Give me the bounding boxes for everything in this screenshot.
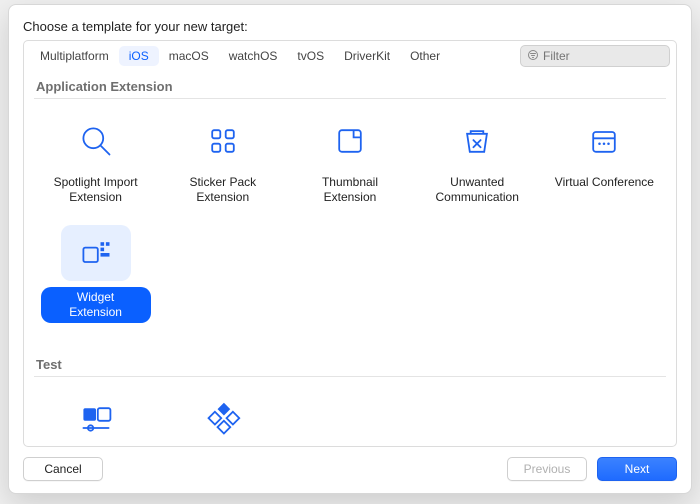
platform-tabbar: Multiplatform iOS macOS watchOS tvOS Dri… (23, 40, 677, 71)
tab-tvos[interactable]: tvOS (287, 46, 334, 66)
template-ui-testing-bundle[interactable]: UI Testing Bundle (34, 385, 157, 447)
tab-ios[interactable]: iOS (119, 46, 159, 66)
tab-macos[interactable]: macOS (159, 46, 219, 66)
template-thumbnail-extension[interactable]: Thumbnail Extension (288, 107, 411, 211)
cancel-button[interactable]: Cancel (23, 457, 103, 481)
template-sticker-pack[interactable]: Sticker Pack Extension (161, 107, 284, 211)
thumbnail-icon (315, 113, 385, 169)
tab-multiplatform[interactable]: Multiplatform (30, 46, 119, 66)
tab-other[interactable]: Other (400, 46, 450, 66)
filter-field-wrap[interactable] (520, 45, 670, 67)
uitest-icon (61, 391, 131, 447)
template-label: Sticker Pack Extension (168, 175, 278, 205)
template-label: Widget Extension (41, 287, 151, 323)
trash-x-icon (442, 113, 512, 169)
calendar-icon (569, 113, 639, 169)
template-spotlight-import[interactable]: Spotlight Import Extension (34, 107, 157, 211)
template-chooser-sheet: Choose a template for your new target: M… (8, 4, 692, 494)
magnifier-icon (61, 113, 131, 169)
template-label: Virtual Conference (555, 175, 654, 190)
template-virtual-conference[interactable]: Virtual Conference (543, 107, 666, 211)
section-application-extension: Application Extension (34, 71, 666, 99)
next-button[interactable]: Next (597, 457, 677, 481)
tab-driverkit[interactable]: DriverKit (334, 46, 400, 66)
tab-watchos[interactable]: watchOS (219, 46, 288, 66)
grid4-icon (188, 113, 258, 169)
section-test: Test (34, 349, 666, 377)
template-unit-testing-bundle[interactable]: Unit Testing Bundle (161, 385, 284, 447)
app-ext-grid: Spotlight Import Extension Sticker Pack … (34, 107, 666, 329)
template-label: Spotlight Import Extension (41, 175, 151, 205)
template-scroll-area[interactable]: Application Extension Spotlight Import E… (23, 71, 677, 447)
diamond4-icon (188, 391, 258, 447)
filter-input[interactable] (543, 49, 663, 63)
template-widget-extension[interactable]: Widget Extension (34, 219, 157, 329)
filter-icon (527, 49, 539, 64)
sheet-title: Choose a template for your new target: (23, 19, 677, 34)
template-label: Unwanted Communication (422, 175, 532, 205)
widget-icon (61, 225, 131, 281)
template-unwanted-communication[interactable]: Unwanted Communication (416, 107, 539, 211)
template-label: Thumbnail Extension (295, 175, 405, 205)
test-grid: UI Testing Bundle Unit Testing Bundle (34, 385, 666, 447)
previous-button[interactable]: Previous (507, 457, 587, 481)
footer-buttons: Cancel Previous Next (23, 447, 677, 481)
